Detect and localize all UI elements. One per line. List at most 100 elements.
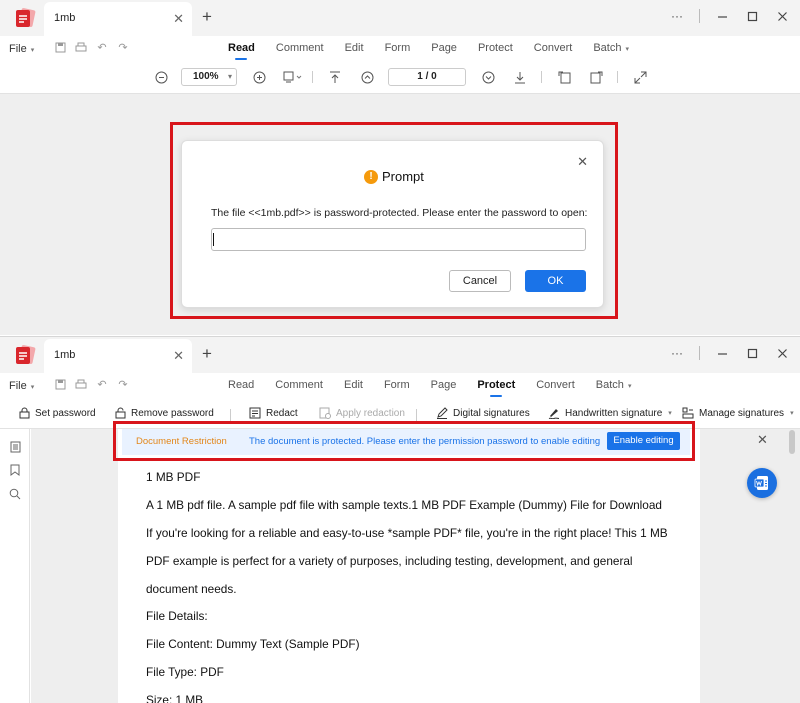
vertical-scrollbar-thumb[interactable] (789, 430, 795, 454)
new-tab-plus-icon[interactable]: + (202, 7, 212, 27)
maximize-icon[interactable] (744, 8, 760, 24)
tab-comment[interactable]: Comment (275, 379, 323, 391)
tab-batch[interactable]: Batch ▾ (596, 379, 632, 391)
first-page-icon[interactable] (328, 70, 342, 84)
redact-button[interactable]: Redact (249, 407, 298, 419)
minimize-icon[interactable] (714, 8, 730, 24)
tab-bar: 1mb ✕ + ··· (0, 0, 800, 36)
toolbar-divider (541, 71, 542, 83)
window-controls: ··· (669, 8, 790, 24)
file-menu[interactable]: File ▾ (9, 380, 34, 392)
tab-protect[interactable]: Protect (477, 379, 515, 397)
redo-icon[interactable]: ↷ (117, 42, 129, 54)
zoom-select[interactable]: 100% ▾ (181, 68, 237, 86)
more-options-icon[interactable]: ··· (669, 8, 685, 24)
manage-signatures-button[interactable]: Manage signatures ▾ (682, 407, 794, 419)
zoom-out-icon[interactable] (154, 70, 168, 84)
tab-close-icon[interactable]: ✕ (173, 348, 184, 364)
redo-icon[interactable]: ↷ (117, 379, 129, 391)
tab-form[interactable]: Form (384, 379, 410, 391)
tab-convert[interactable]: Convert (536, 379, 575, 391)
redact-icon (249, 407, 261, 419)
page-view-mode-icon[interactable] (282, 70, 304, 84)
dialog-message: The file <<1mb.pdf>> is password-protect… (211, 207, 588, 219)
thumbnails-icon[interactable] (9, 441, 21, 453)
document-line: File Content: Dummy Text (Sample PDF) (146, 637, 360, 651)
tab-edit[interactable]: Edit (344, 379, 363, 391)
document-viewport: 1 MB PDF A 1 MB pdf file. A sample pdf f… (31, 429, 800, 703)
tab-protect[interactable]: Protect (478, 42, 513, 54)
tab-page[interactable]: Page (431, 379, 457, 391)
file-menu-label: File (9, 380, 27, 392)
document-line: If you're looking for a reliable and eas… (146, 526, 668, 540)
tab-convert[interactable]: Convert (534, 42, 573, 54)
apply-redaction-button[interactable]: Apply redaction (319, 407, 405, 419)
save-icon[interactable] (54, 42, 66, 54)
pen-icon (436, 407, 448, 419)
search-icon[interactable] (9, 488, 21, 500)
signature-icon (548, 407, 560, 419)
document-line: A 1 MB pdf file. A sample pdf file with … (146, 498, 662, 512)
text-cursor (213, 233, 214, 246)
bookmark-icon[interactable] (9, 464, 21, 476)
print-icon[interactable] (75, 42, 87, 54)
warning-icon: ! (364, 169, 378, 184)
more-options-icon[interactable]: ··· (669, 345, 685, 361)
tab-batch[interactable]: Batch ▾ (593, 42, 629, 54)
apply-redaction-label: Apply redaction (336, 407, 405, 419)
undo-icon[interactable]: ↶ (96, 42, 108, 54)
undo-icon[interactable]: ↶ (96, 379, 108, 391)
next-page-icon[interactable] (481, 70, 495, 84)
top-window: 1mb ✕ + ··· File ▾ ↶ ↷ Read Comment Edit… (0, 0, 800, 335)
restriction-close-icon[interactable]: ✕ (757, 432, 768, 448)
set-password-button[interactable]: Set password (18, 407, 96, 419)
password-input[interactable] (211, 228, 586, 251)
digital-signatures-button[interactable]: Digital signatures (436, 407, 530, 419)
new-tab-plus-icon[interactable]: + (202, 344, 212, 364)
print-icon[interactable] (75, 379, 87, 391)
highlight-frame (113, 421, 695, 461)
minimize-icon[interactable] (714, 345, 730, 361)
fullscreen-icon[interactable] (633, 70, 647, 84)
tab-read[interactable]: Read (228, 42, 255, 60)
word-convert-icon[interactable] (747, 468, 777, 498)
tab-form[interactable]: Form (385, 42, 411, 54)
rotate-right-icon[interactable] (589, 70, 603, 84)
previous-page-icon[interactable] (360, 70, 374, 84)
set-password-label: Set password (35, 407, 96, 419)
tab-read[interactable]: Read (228, 379, 254, 391)
document-tab[interactable]: 1mb ✕ (44, 339, 192, 373)
window-controls: ··· (669, 345, 790, 361)
dialog-close-icon[interactable]: ✕ (577, 154, 588, 170)
ok-button[interactable]: OK (525, 270, 586, 292)
tab-batch-label: Batch (595, 379, 624, 391)
document-tab[interactable]: 1mb ✕ (44, 2, 192, 36)
save-icon[interactable] (54, 379, 66, 391)
tab-page[interactable]: Page (431, 42, 457, 54)
toolbar-divider (617, 71, 618, 83)
menu-bar: File ▾ ↶ ↷ Read Comment Edit Form Page P… (0, 373, 800, 399)
document-line: Size: 1 MB (146, 693, 204, 703)
document-line: File Type: PDF (146, 665, 224, 679)
handwritten-signature-button[interactable]: Handwritten signature ▾ (548, 407, 672, 419)
cancel-button[interactable]: Cancel (449, 270, 511, 292)
chevron-down-icon: ▾ (668, 410, 672, 417)
close-window-icon[interactable] (774, 8, 790, 24)
tab-close-icon[interactable]: ✕ (173, 11, 184, 27)
page-number-input[interactable]: 1 / 0 (388, 68, 466, 86)
remove-password-button[interactable]: Remove password (114, 407, 214, 419)
window-controls-divider (699, 9, 700, 23)
tab-comment[interactable]: Comment (276, 42, 324, 54)
toolbar-divider (312, 71, 313, 83)
rotate-left-icon[interactable] (557, 70, 571, 84)
file-menu[interactable]: File ▾ (9, 43, 34, 55)
zoom-in-icon[interactable] (252, 70, 266, 84)
last-page-icon[interactable] (513, 70, 527, 84)
dialog-title-text: Prompt (382, 169, 424, 184)
document-line: File Details: (146, 609, 208, 623)
manage-signatures-icon (682, 407, 694, 419)
maximize-icon[interactable] (744, 345, 760, 361)
ribbon-tabs: Read Comment Edit Form Page Protect Conv… (228, 42, 650, 60)
tab-edit[interactable]: Edit (345, 42, 364, 54)
close-window-icon[interactable] (774, 345, 790, 361)
